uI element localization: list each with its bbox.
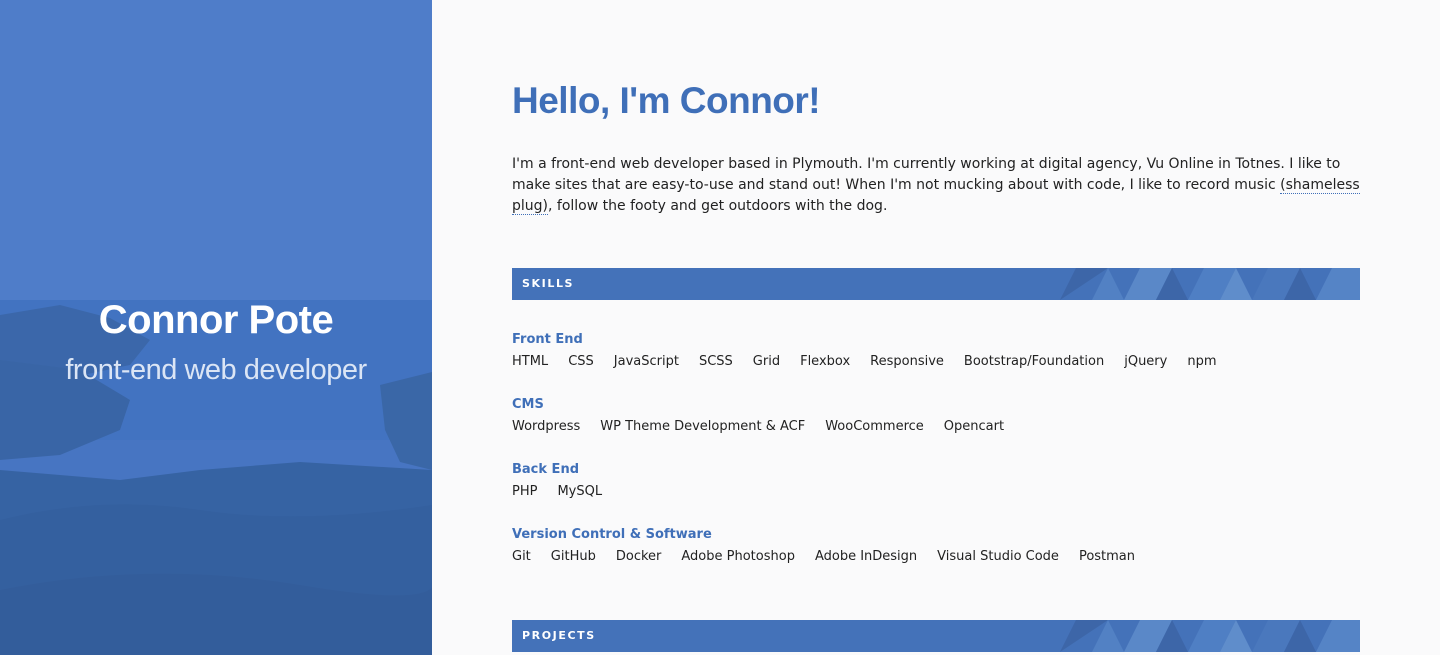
skill-item: PHP bbox=[512, 484, 538, 499]
skill-item: Opencart bbox=[943, 419, 1005, 434]
skill-item: Visual Studio Code bbox=[937, 549, 1059, 564]
skills-heading: SKILLS bbox=[522, 277, 575, 290]
skill-item: Adobe Photoshop bbox=[681, 549, 795, 564]
skills-section-header: SKILLS bbox=[512, 268, 1360, 300]
skill-item: HTML bbox=[512, 354, 549, 369]
intro-text-end: , follow the footy and get outdoors with… bbox=[548, 198, 888, 214]
skill-item: Git bbox=[512, 549, 531, 564]
skill-item: Postman bbox=[1078, 549, 1136, 564]
hero-role: front-end web developer bbox=[65, 354, 367, 386]
skill-item: Wordpress bbox=[512, 419, 581, 434]
skill-item: SCSS bbox=[698, 354, 733, 369]
intro-text: I'm a front-end web developer based in P… bbox=[512, 156, 1341, 193]
skill-item: Docker bbox=[615, 549, 662, 564]
skill-item: jQuery bbox=[1124, 354, 1168, 369]
triangle-pattern bbox=[1060, 620, 1360, 652]
skill-list-version-control: Git GitHub Docker Adobe Photoshop Adobe … bbox=[512, 549, 1135, 564]
skill-item: GitHub bbox=[550, 549, 596, 564]
triangle-pattern bbox=[1060, 268, 1360, 300]
skill-item: Adobe InDesign bbox=[814, 549, 918, 564]
skill-group-title: CMS bbox=[512, 397, 544, 412]
skill-item: CSS bbox=[568, 354, 594, 369]
skill-group-title: Front End bbox=[512, 332, 583, 347]
skill-item: JavaScript bbox=[613, 354, 679, 369]
skill-item: Flexbox bbox=[800, 354, 851, 369]
skill-item: Responsive bbox=[870, 354, 944, 369]
hero-panel: Connor Pote front-end web developer bbox=[0, 0, 432, 655]
skill-item: MySQL bbox=[557, 484, 603, 499]
page-title: Hello, I'm Connor! bbox=[512, 80, 821, 121]
projects-section-header: PROJECTS bbox=[512, 620, 1360, 652]
skill-list-back-end: PHP MySQL bbox=[512, 484, 602, 499]
skill-group-title: Back End bbox=[512, 462, 579, 477]
skill-item: WooCommerce bbox=[825, 419, 924, 434]
skill-item: npm bbox=[1187, 354, 1217, 369]
skill-list-cms: Wordpress WP Theme Development & ACF Woo… bbox=[512, 419, 1004, 434]
skill-item: Bootstrap/Foundation bbox=[963, 354, 1105, 369]
hero-name: Connor Pote bbox=[98, 298, 334, 342]
skill-item: WP Theme Development & ACF bbox=[600, 419, 806, 434]
intro-paragraph: I'm a front-end web developer based in P… bbox=[512, 154, 1360, 217]
skill-list-front-end: HTML CSS JavaScript SCSS Grid Flexbox Re… bbox=[512, 354, 1217, 369]
skill-item: Grid bbox=[752, 354, 781, 369]
skill-group-title: Version Control & Software bbox=[512, 527, 712, 542]
projects-heading: PROJECTS bbox=[522, 629, 596, 642]
